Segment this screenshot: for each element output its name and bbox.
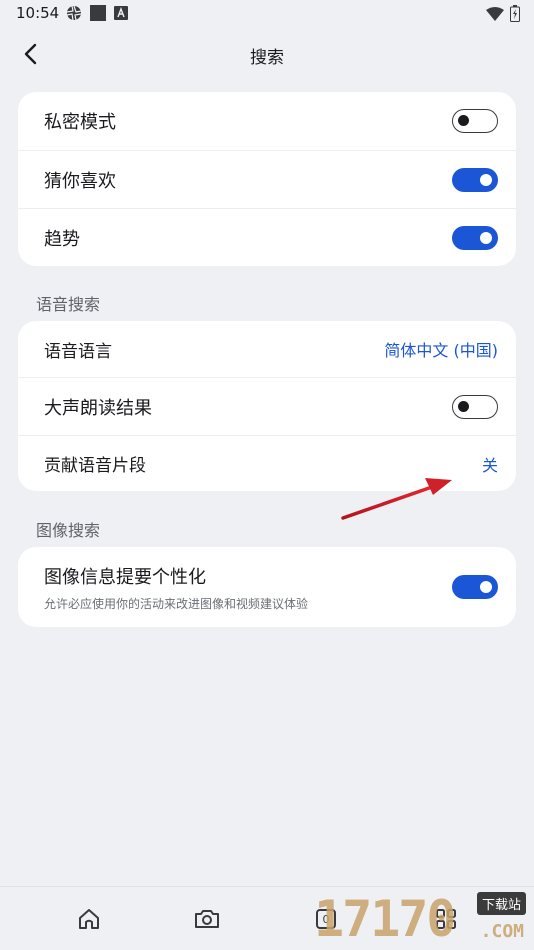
watermark-suffix: .COM [480, 921, 524, 942]
search-settings-card: 私密模式 猜你喜欢 趋势 [18, 92, 516, 266]
nav-camera[interactable] [193, 905, 221, 933]
nav-home[interactable] [75, 905, 103, 933]
row-label: 大声朗读结果 [44, 397, 152, 419]
row-label: 猜你喜欢 [44, 170, 116, 192]
recommendations-row[interactable]: 猜你喜欢 [18, 150, 516, 208]
contribute-voice-value[interactable]: 关 [482, 452, 498, 476]
recommendations-toggle[interactable] [452, 167, 498, 192]
voice-language-row[interactable]: 语音语言 简体中文 (中国) [18, 321, 516, 377]
camera-icon [195, 910, 219, 928]
back-button[interactable] [14, 38, 46, 70]
row-text: 图像信息提要个性化 允许必应使用你的活动来改进图像和视频建议体验 [44, 563, 308, 612]
image-feed-personalization-row[interactable]: 图像信息提要个性化 允许必应使用你的活动来改进图像和视频建议体验 [18, 547, 516, 627]
status-icons-left [66, 5, 128, 21]
app-bar: 搜索 [0, 36, 534, 72]
row-label: 私密模式 [44, 112, 116, 133]
row-label: 贡献语音片段 [44, 456, 146, 476]
square-icon [90, 5, 106, 21]
voice-search-header: 语音搜索 [36, 295, 101, 314]
private-mode-row[interactable]: 私密模式 [18, 92, 516, 150]
watermark-digits: 17170 [314, 890, 457, 948]
voice-language-value[interactable]: 简体中文 (中国) [384, 337, 498, 361]
back-arrow-icon [24, 43, 37, 65]
toggle-knob [458, 400, 469, 412]
aperture-icon [66, 5, 82, 21]
status-icons-right [486, 5, 520, 22]
page-title: 搜索 [250, 48, 284, 68]
read-aloud-toggle[interactable] [452, 394, 498, 419]
contribute-voice-row[interactable]: 贡献语音片段 关 [18, 435, 516, 491]
status-time: 10:54 [16, 4, 60, 22]
private-mode-toggle[interactable] [452, 109, 498, 133]
voice-search-card: 语音语言 简体中文 (中国) 大声朗读结果 贡献语音片段 关 [18, 321, 516, 491]
battery-icon [510, 5, 520, 22]
read-aloud-row[interactable]: 大声朗读结果 [18, 377, 516, 435]
status-bar: 10:54 [0, 0, 534, 28]
row-label: 图像信息提要个性化 [44, 566, 206, 588]
trending-row[interactable]: 趋势 [18, 208, 516, 266]
watermark-badge: 下载站 [476, 892, 526, 915]
toggle-knob [480, 231, 492, 244]
row-label: 趋势 [44, 228, 80, 250]
toggle-knob [480, 581, 492, 593]
toggle-knob [480, 173, 492, 186]
wifi-icon [486, 6, 504, 21]
image-search-card: 图像信息提要个性化 允许必应使用你的活动来改进图像和视频建议体验 [18, 547, 516, 627]
toggle-knob [458, 115, 469, 126]
row-label: 语音语言 [44, 341, 112, 362]
image-search-header: 图像搜索 [36, 521, 101, 540]
image-feed-personalization-toggle[interactable] [452, 575, 498, 599]
watermark-logo: 17170 下载站 .COM [308, 886, 532, 948]
trending-toggle[interactable] [452, 225, 498, 250]
row-description: 允许必应使用你的活动来改进图像和视频建议体验 [44, 596, 309, 611]
home-icon [79, 909, 99, 929]
a-badge-icon [114, 6, 128, 20]
